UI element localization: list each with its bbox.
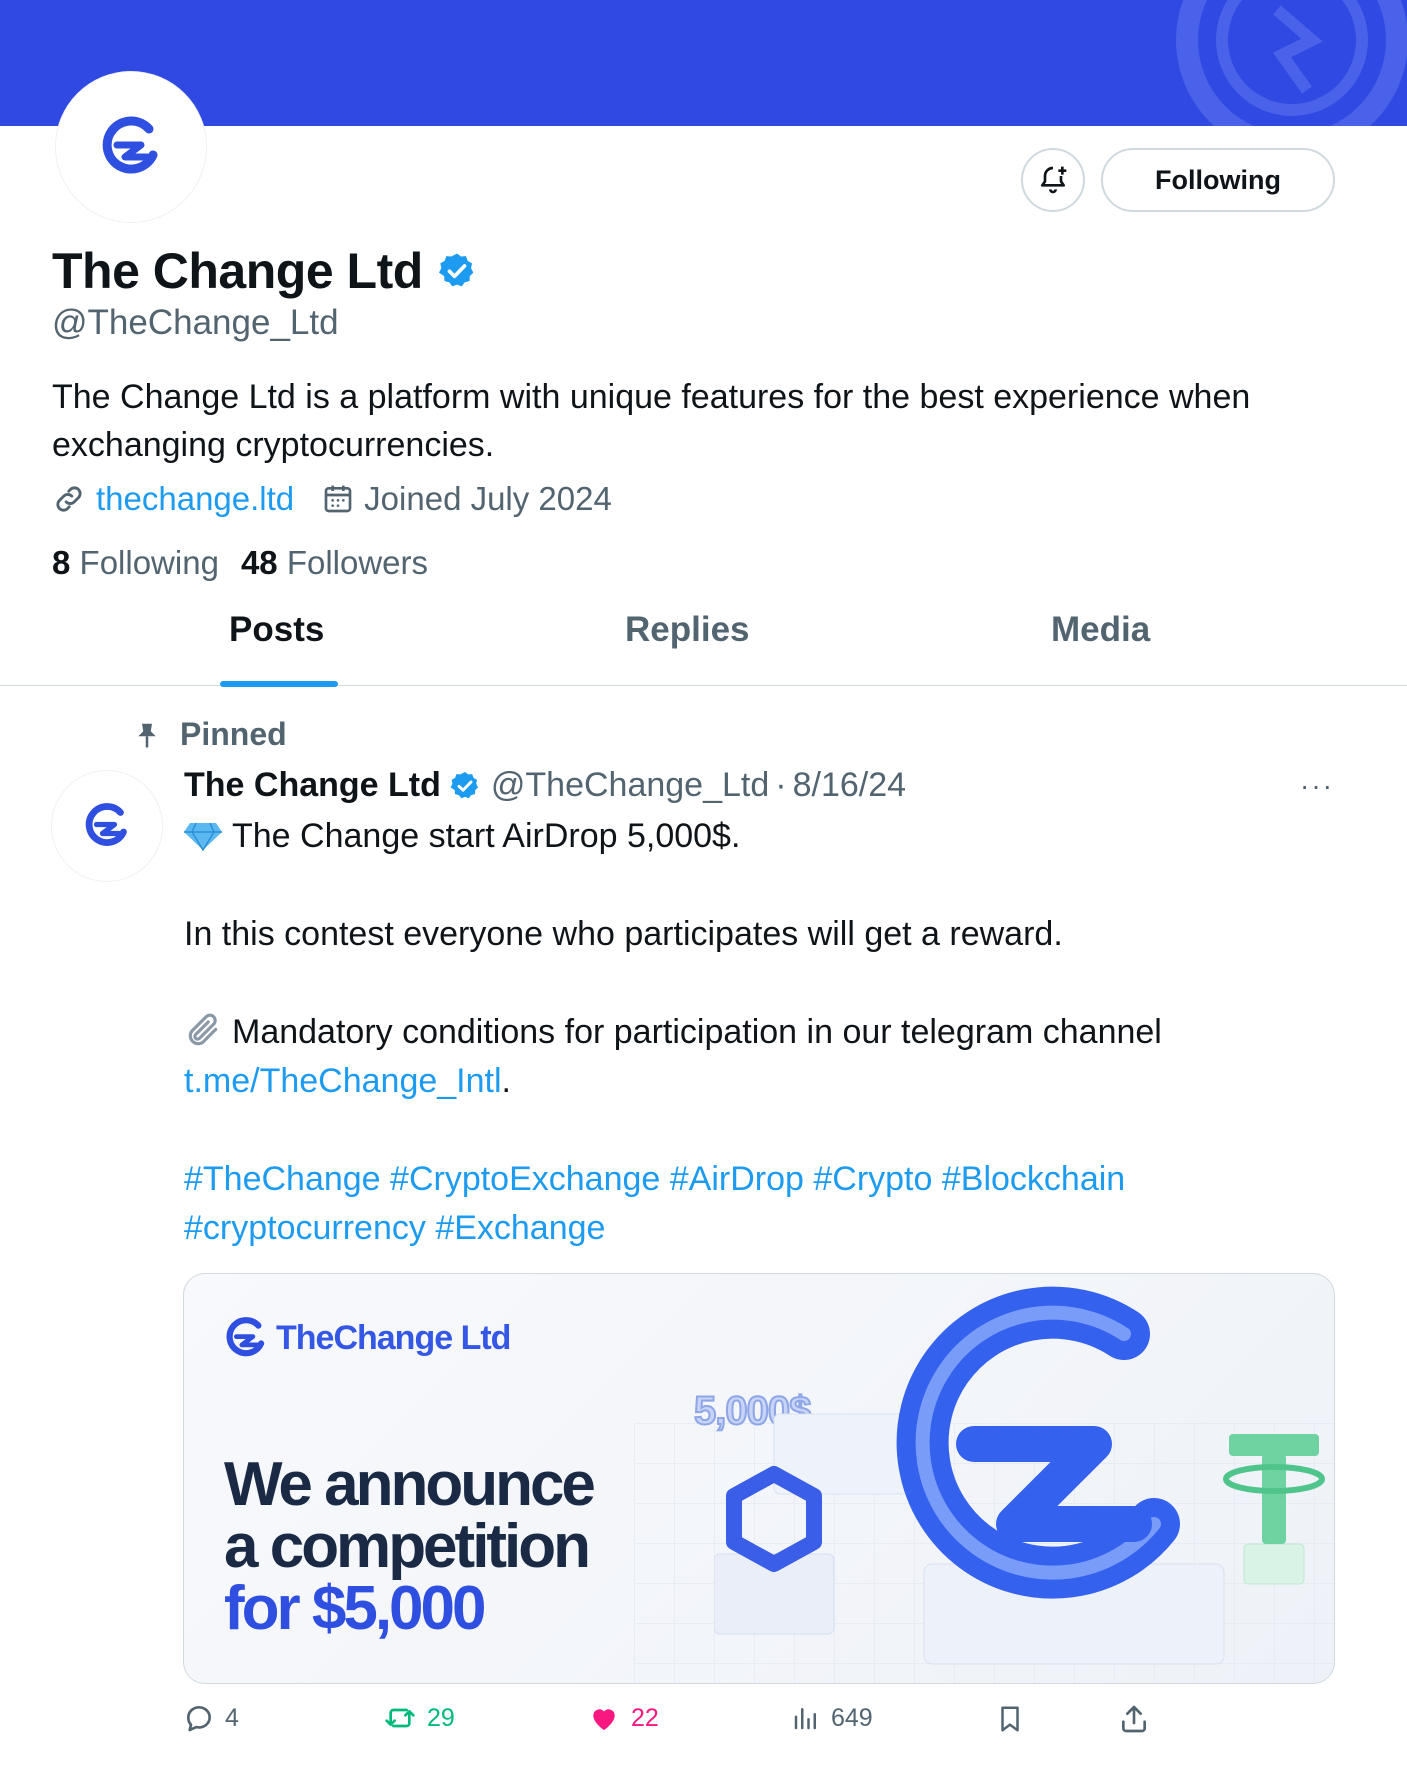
tab-posts[interactable]: Posts xyxy=(220,610,338,687)
pinned-indicator: Pinned xyxy=(132,716,287,753)
share-button[interactable] xyxy=(1118,1702,1150,1736)
post-line-3-text: Mandatory conditions for participation i… xyxy=(232,1013,1162,1051)
repost-icon xyxy=(385,1708,415,1728)
card-brand: TheChange Ltd xyxy=(224,1316,511,1360)
reply-button[interactable]: 4 xyxy=(183,1702,239,1734)
post-author-name[interactable]: The Change Ltd xyxy=(184,766,441,805)
thechange-logo-icon xyxy=(102,116,158,174)
tab-posts-label: Posts xyxy=(229,610,325,649)
views-chart-icon xyxy=(794,1708,816,1730)
following-button[interactable]: Following xyxy=(1101,148,1335,212)
header-separator: · xyxy=(775,766,787,804)
notifications-bell-button[interactable] xyxy=(1021,148,1085,212)
tab-media[interactable]: Media xyxy=(1051,610,1150,686)
tab-replies[interactable]: Replies xyxy=(625,610,750,686)
following-count-link[interactable]: 8 Following xyxy=(52,544,219,582)
telegram-link[interactable]: t.me/TheChange_Intl xyxy=(184,1062,502,1100)
profile-display-name: The Change Ltd xyxy=(52,243,423,299)
paperclip-icon xyxy=(188,1013,218,1046)
profile-avatar[interactable] xyxy=(56,72,206,222)
card-brand-name: TheChange Ltd xyxy=(276,1318,511,1357)
post-action-bar: 4 29 22 649 xyxy=(183,1702,1335,1746)
post-text: The Change start AirDrop 5,000$. In this… xyxy=(184,812,1354,1253)
calendar-icon xyxy=(324,485,352,513)
post-author-handle[interactable]: @TheChange_Ltd xyxy=(491,766,769,805)
card-headline-3: for $5,000 xyxy=(224,1574,487,1643)
following-count: 8 xyxy=(52,544,71,581)
joined-item: Joined July 2024 xyxy=(322,480,612,518)
profile-handle: @TheChange_Ltd xyxy=(52,303,339,342)
profile-tabs: Posts Replies Media xyxy=(0,610,1407,687)
reply-icon xyxy=(187,1706,212,1732)
tab-replies-label: Replies xyxy=(625,610,750,649)
hashtags-line-1[interactable]: #TheChange #CryptoExchange #AirDrop #Cry… xyxy=(184,1155,1354,1204)
bookmark-icon xyxy=(1001,1706,1019,1732)
website-link[interactable]: thechange.ltd xyxy=(96,480,294,518)
card-headline-2: a competition xyxy=(224,1512,591,1581)
views-count: 649 xyxy=(831,1703,873,1732)
verified-badge-icon[interactable] xyxy=(437,251,477,291)
profile-stats: 8 Following 48 Followers xyxy=(52,544,450,582)
profile-name-row: The Change Ltd xyxy=(52,242,477,300)
followers-count-link[interactable]: 48 Followers xyxy=(241,544,428,582)
profile-bio: The Change Ltd is a platform with unique… xyxy=(52,378,1251,464)
active-tab-indicator xyxy=(220,681,338,687)
pinned-label: Pinned xyxy=(180,716,287,752)
reply-count: 4 xyxy=(225,1703,239,1732)
card-headline-1: We announce xyxy=(224,1450,596,1519)
more-options-icon[interactable]: ··· xyxy=(1300,770,1334,802)
pin-icon xyxy=(138,723,156,747)
post-line-1-text: The Change start AirDrop 5,000$. xyxy=(232,817,741,855)
gem-icon xyxy=(184,822,222,852)
post-header: The Change Ltd @TheChange_Ltd · 8/16/24 xyxy=(184,766,906,805)
thechange-logo-icon xyxy=(85,803,127,846)
banner-coin-graphic xyxy=(1176,0,1407,126)
like-count: 22 xyxy=(631,1703,659,1732)
repost-count: 29 xyxy=(427,1703,455,1732)
bell-plus-icon xyxy=(1041,166,1067,194)
views-button[interactable]: 649 xyxy=(791,1702,873,1734)
website-item[interactable]: thechange.ltd xyxy=(52,480,294,518)
joined-date: Joined July 2024 xyxy=(364,480,612,517)
bookmark-button[interactable] xyxy=(995,1702,1025,1736)
post-author-avatar[interactable] xyxy=(52,771,162,881)
period: . xyxy=(501,1062,511,1100)
hashtags-line-2[interactable]: #cryptocurrency #Exchange xyxy=(184,1204,1354,1253)
repost-button[interactable]: 29 xyxy=(383,1702,455,1734)
post-image-card[interactable]: TheChange Ltd We announce a competition … xyxy=(183,1273,1335,1684)
card-headline: We announce a competition for $5,000 xyxy=(224,1450,596,1643)
post-line-1: The Change start AirDrop 5,000$. xyxy=(184,812,1354,861)
profile-meta: thechange.ltd Joined July 2024 xyxy=(52,480,640,518)
like-button[interactable]: 22 xyxy=(587,1702,659,1734)
heart-icon xyxy=(593,1709,615,1730)
verified-badge-icon[interactable] xyxy=(449,770,481,802)
thechange-logo-icon xyxy=(226,1317,265,1357)
following-label: Following xyxy=(79,544,219,581)
tab-media-label: Media xyxy=(1051,610,1151,649)
card-3d-illustration xyxy=(714,1286,1325,1665)
post-line-3: Mandatory conditions for participation i… xyxy=(184,1008,1354,1057)
post-line-4: t.me/TheChange_Intl. xyxy=(184,1057,1354,1106)
followers-label: Followers xyxy=(286,544,429,581)
link-icon xyxy=(56,486,82,512)
share-icon xyxy=(1122,1705,1146,1733)
post-date[interactable]: 8/16/24 xyxy=(793,766,906,805)
post-line-2: In this contest everyone who participate… xyxy=(184,915,1063,953)
followers-count: 48 xyxy=(240,544,278,581)
profile-banner xyxy=(0,0,1407,126)
